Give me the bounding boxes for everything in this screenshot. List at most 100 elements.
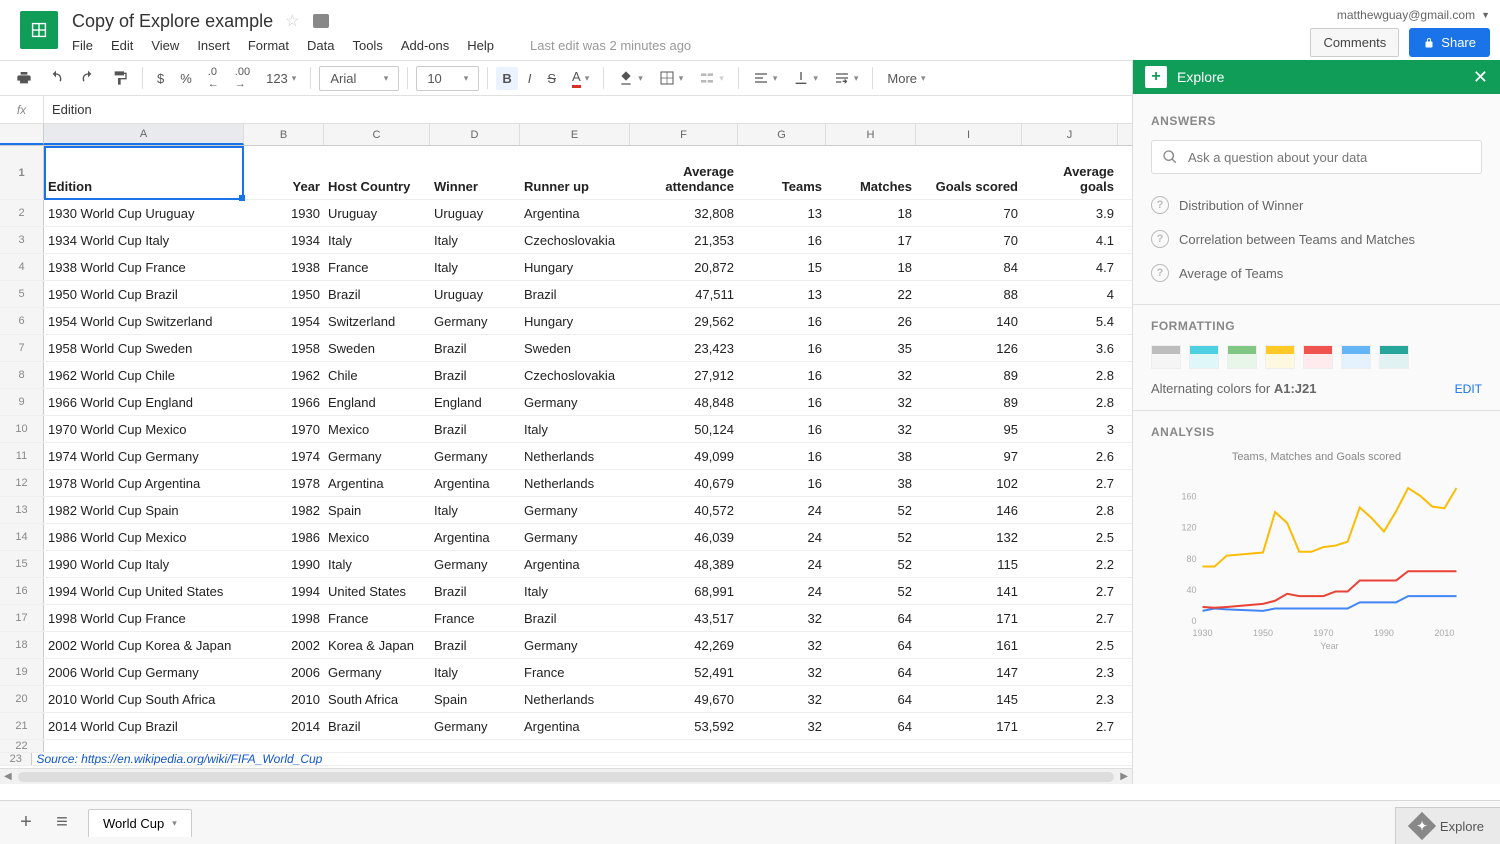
cell[interactable]: United States: [324, 578, 430, 604]
cell[interactable]: 2.8: [1022, 497, 1118, 523]
col-header[interactable]: A: [44, 124, 244, 145]
cell[interactable]: Germany: [520, 524, 630, 550]
cell[interactable]: 20,872: [630, 254, 738, 280]
cell[interactable]: 1970 World Cup Mexico: [44, 416, 244, 442]
col-header[interactable]: B: [244, 124, 324, 145]
cell[interactable]: Hungary: [520, 308, 630, 334]
cell[interactable]: Winner: [430, 146, 520, 199]
cell[interactable]: 2.7: [1022, 713, 1118, 739]
close-icon[interactable]: ✕: [1473, 67, 1488, 88]
cell[interactable]: 24: [738, 524, 826, 550]
color-swatch[interactable]: [1265, 345, 1295, 369]
cell[interactable]: 15: [738, 254, 826, 280]
cell[interactable]: Germany: [430, 713, 520, 739]
cell[interactable]: Italy: [430, 254, 520, 280]
doc-title[interactable]: Copy of Explore example: [72, 11, 273, 32]
explore-launcher[interactable]: ✦ Explore: [1395, 807, 1500, 844]
row-header[interactable]: 20: [0, 686, 44, 712]
cell[interactable]: Czechoslovakia: [520, 227, 630, 253]
menu-format[interactable]: Format: [248, 38, 289, 53]
merge-cells[interactable]: [693, 66, 730, 90]
cell[interactable]: 1978 World Cup Argentina: [44, 470, 244, 496]
italic-button[interactable]: I: [522, 67, 538, 90]
cell[interactable]: 1998: [244, 605, 324, 631]
cell[interactable]: Argentina: [430, 524, 520, 550]
col-header[interactable]: F: [630, 124, 738, 145]
cell[interactable]: 38: [826, 443, 916, 469]
color-swatch[interactable]: [1379, 345, 1409, 369]
cell[interactable]: 1970: [244, 416, 324, 442]
folder-icon[interactable]: [313, 14, 329, 28]
cell[interactable]: 32: [826, 362, 916, 388]
cell[interactable]: 1962 World Cup Chile: [44, 362, 244, 388]
ask-input[interactable]: [1188, 150, 1471, 165]
cell[interactable]: 24: [738, 578, 826, 604]
cell[interactable]: 64: [826, 686, 916, 712]
all-sheets-button[interactable]: ≡: [52, 811, 72, 834]
cell[interactable]: Year: [244, 146, 324, 199]
strike-button[interactable]: S: [541, 67, 562, 90]
size-select[interactable]: 10: [416, 66, 479, 91]
cell[interactable]: [682, 753, 765, 765]
cell[interactable]: 1974 World Cup Germany: [44, 443, 244, 469]
menu-help[interactable]: Help: [467, 38, 494, 53]
cell[interactable]: Uruguay: [430, 200, 520, 226]
cell[interactable]: [614, 753, 682, 765]
row-header[interactable]: 10: [0, 416, 44, 442]
cell[interactable]: [44, 740, 244, 752]
cell[interactable]: 147: [916, 659, 1022, 685]
cell[interactable]: [473, 753, 534, 765]
cell[interactable]: 42,269: [630, 632, 738, 658]
row-header[interactable]: 23: [0, 753, 32, 765]
cell[interactable]: 22: [826, 281, 916, 307]
cell[interactable]: 70: [916, 200, 1022, 226]
cell[interactable]: 40,572: [630, 497, 738, 523]
cell[interactable]: [1060, 753, 1132, 765]
cell[interactable]: [912, 753, 980, 765]
cell[interactable]: 5.4: [1022, 308, 1118, 334]
print-icon[interactable]: [10, 66, 38, 90]
cell[interactable]: 132: [916, 524, 1022, 550]
cell[interactable]: [630, 740, 738, 752]
cell[interactable]: Germany: [520, 632, 630, 658]
bold-button[interactable]: B: [496, 67, 517, 90]
format-percent[interactable]: %: [174, 67, 198, 90]
col-header[interactable]: I: [916, 124, 1022, 145]
menu-tools[interactable]: Tools: [352, 38, 382, 53]
cell[interactable]: 70: [916, 227, 1022, 253]
cell[interactable]: 1998 World Cup France: [44, 605, 244, 631]
cell[interactable]: 16: [738, 308, 826, 334]
cell[interactable]: 1958 World Cup Sweden: [44, 335, 244, 361]
menu-insert[interactable]: Insert: [197, 38, 230, 53]
scroll-right-icon[interactable]: ▶: [1120, 771, 1128, 782]
cell[interactable]: 26: [826, 308, 916, 334]
cell[interactable]: 32: [826, 389, 916, 415]
row-header[interactable]: 18: [0, 632, 44, 658]
cell[interactable]: 29,562: [630, 308, 738, 334]
cell[interactable]: 18: [826, 254, 916, 280]
cell[interactable]: England: [430, 389, 520, 415]
sheets-logo[interactable]: [20, 11, 58, 49]
cell[interactable]: Czechoslovakia: [520, 362, 630, 388]
cell[interactable]: 50,124: [630, 416, 738, 442]
cell[interactable]: 46,039: [630, 524, 738, 550]
cell[interactable]: Average attendance: [630, 146, 738, 199]
cell[interactable]: 4.1: [1022, 227, 1118, 253]
cell[interactable]: Average goals: [1022, 146, 1118, 199]
cell[interactable]: 1930 World Cup Uruguay: [44, 200, 244, 226]
cell[interactable]: 1938: [244, 254, 324, 280]
cell[interactable]: 126: [916, 335, 1022, 361]
row-header[interactable]: 21: [0, 713, 44, 739]
row-header[interactable]: 19: [0, 659, 44, 685]
cell[interactable]: Argentina: [430, 470, 520, 496]
cell[interactable]: 3: [1022, 416, 1118, 442]
row-header[interactable]: 15: [0, 551, 44, 577]
cell[interactable]: 1982: [244, 497, 324, 523]
cell[interactable]: 47,511: [630, 281, 738, 307]
cell[interactable]: 52: [826, 551, 916, 577]
cell[interactable]: 32: [738, 686, 826, 712]
row-header[interactable]: 14: [0, 524, 44, 550]
cell[interactable]: 2014: [244, 713, 324, 739]
cell[interactable]: Sweden: [324, 335, 430, 361]
cell[interactable]: 95: [916, 416, 1022, 442]
